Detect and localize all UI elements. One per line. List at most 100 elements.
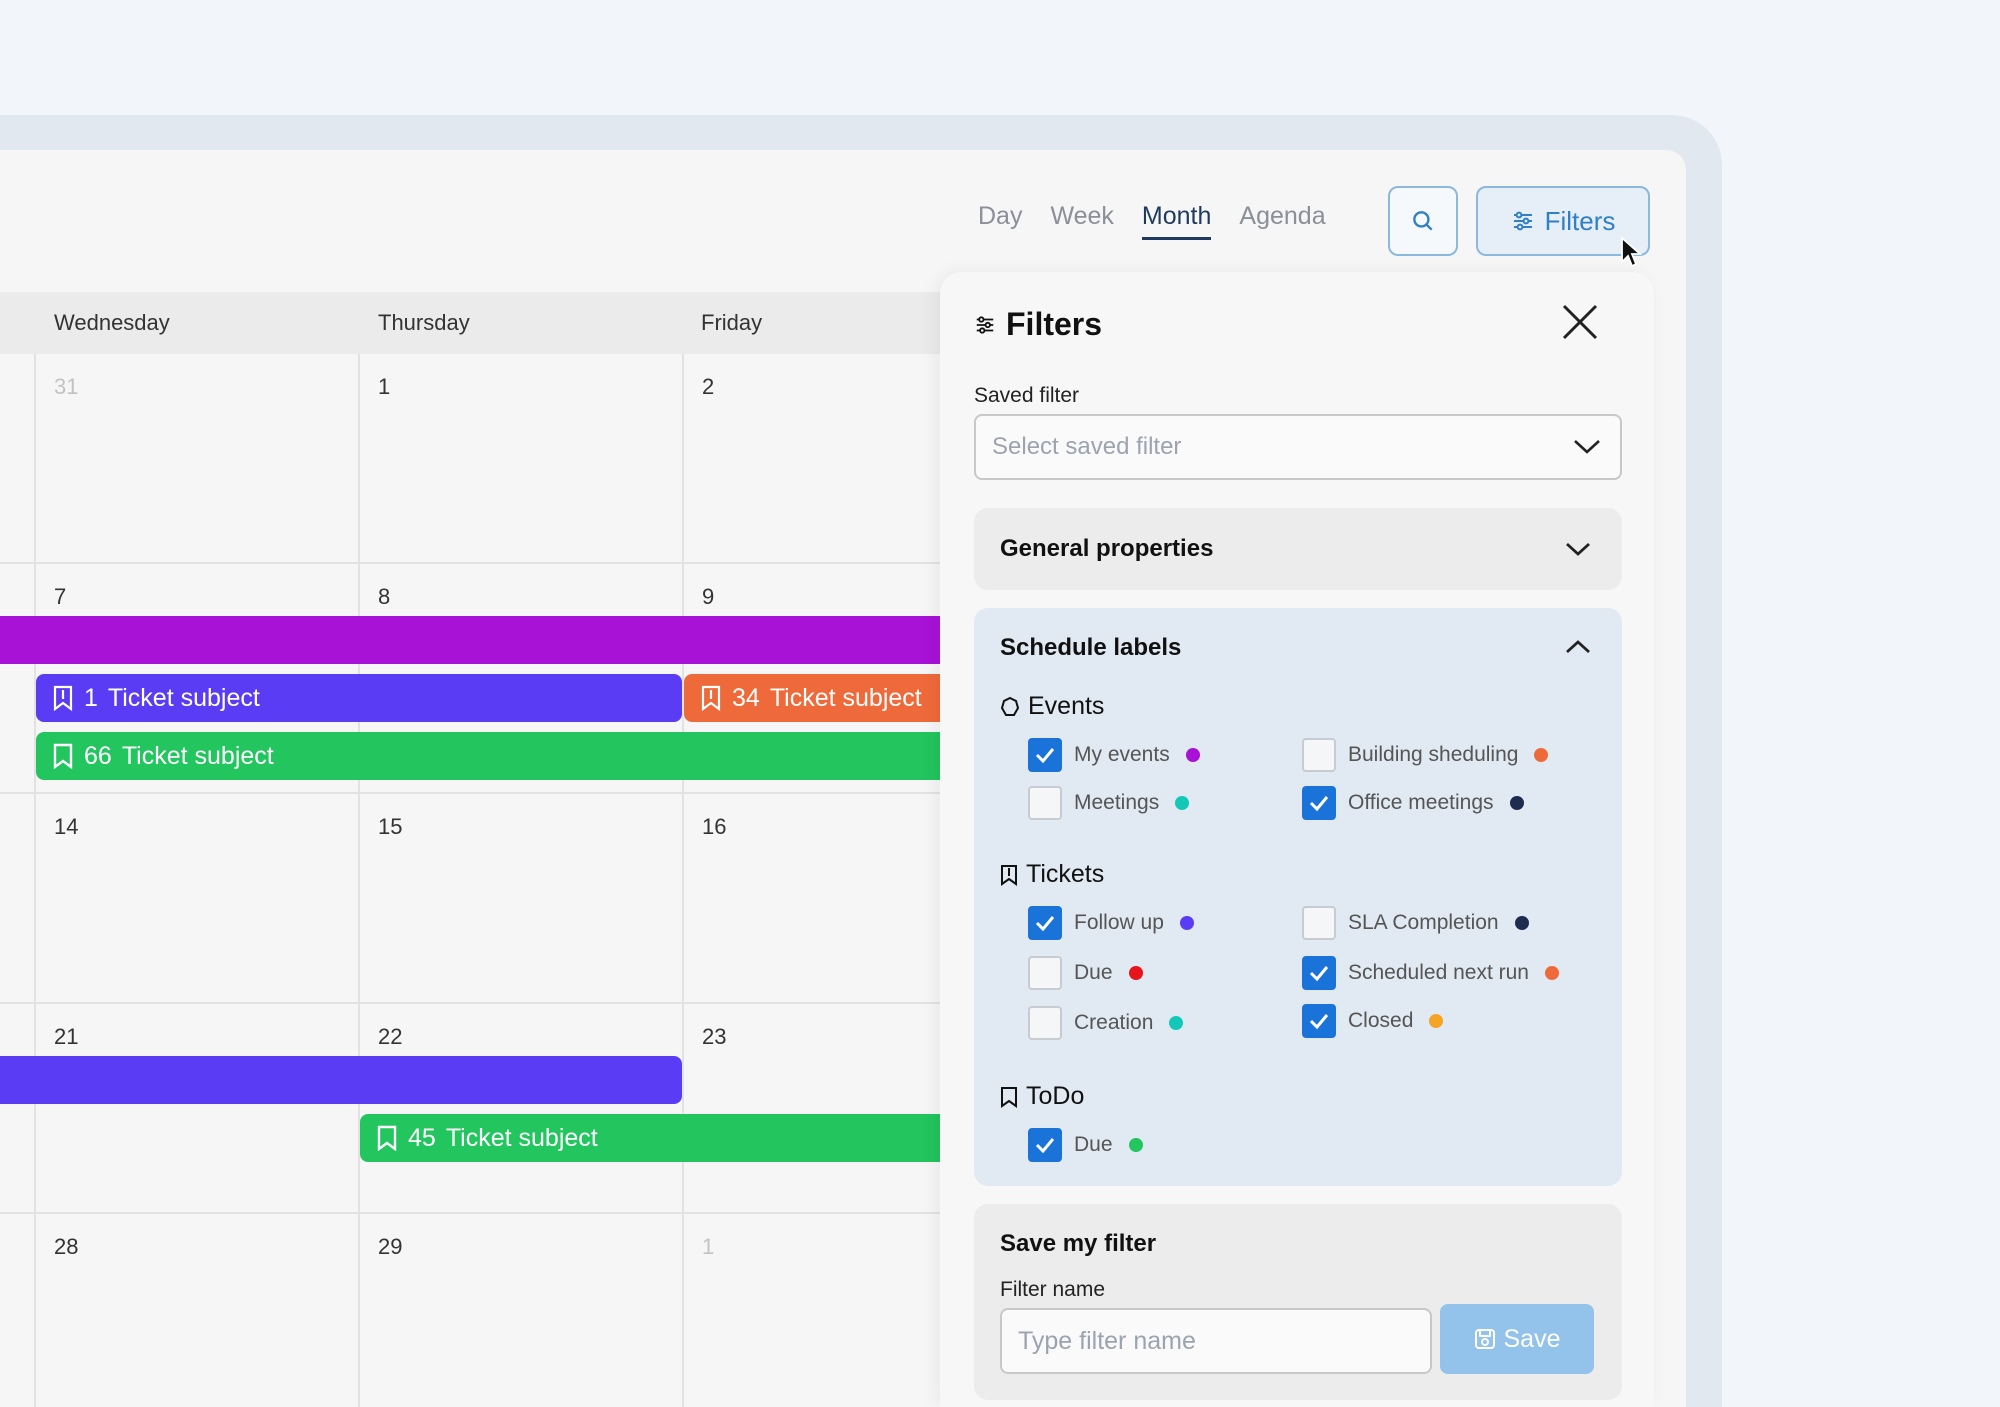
- color-dot: [1514, 916, 1529, 930]
- save-button[interactable]: Save: [1440, 1304, 1594, 1374]
- grid-line: [0, 792, 940, 794]
- view-switcher: Day Week Month Agenda: [978, 202, 1326, 240]
- filter-creation[interactable]: Creation: [1028, 1006, 1184, 1040]
- filter-building-sheduling[interactable]: Building sheduling: [1302, 738, 1549, 772]
- bookmark-icon: [1001, 1086, 1017, 1108]
- checkbox[interactable]: [1028, 1006, 1062, 1040]
- checkbox-label: Due: [1074, 961, 1113, 984]
- saved-filter-select[interactable]: Select saved filter: [974, 414, 1622, 480]
- checkbox[interactable]: [1028, 1128, 1062, 1162]
- date-cell[interactable]: 1: [378, 374, 390, 400]
- chevron-up-icon[interactable]: [1564, 638, 1592, 656]
- event-ticket-34[interactable]: 34 Ticket subject: [684, 674, 940, 722]
- color-dot: [1185, 748, 1200, 762]
- tab-agenda[interactable]: Agenda: [1239, 202, 1325, 240]
- panel-title-text: Filters: [1006, 306, 1103, 342]
- date-cell[interactable]: 8: [378, 584, 390, 610]
- filter-follow-up[interactable]: Follow up: [1028, 906, 1194, 940]
- checkbox[interactable]: [1302, 738, 1336, 772]
- saved-filter-placeholder: Select saved filter: [992, 433, 1182, 460]
- checkbox-label: SLA Completion: [1348, 911, 1499, 934]
- date-cell[interactable]: 7: [54, 584, 66, 610]
- checkbox[interactable]: [1028, 906, 1062, 940]
- date-cell[interactable]: 23: [702, 1024, 726, 1050]
- group-todo: ToDo: [1000, 1082, 1084, 1111]
- close-icon[interactable]: [1560, 302, 1600, 342]
- ticket-icon: [53, 685, 73, 711]
- event-number: 45: [408, 1123, 436, 1152]
- ticket-icon: [1001, 864, 1017, 886]
- tab-month[interactable]: Month: [1141, 202, 1212, 240]
- check-icon: [1035, 916, 1055, 932]
- event-todo-66[interactable]: 66 Ticket subject: [36, 732, 940, 780]
- grid-line: [682, 354, 684, 1407]
- date-cell[interactable]: 28: [54, 1234, 78, 1260]
- event-title: Ticket subject: [121, 741, 274, 770]
- filter-meetings[interactable]: Meetings: [1028, 786, 1190, 820]
- event-bar-untitled[interactable]: [0, 1056, 682, 1104]
- general-properties-section[interactable]: General properties: [974, 508, 1622, 590]
- bookmark-icon: [377, 1125, 397, 1151]
- event-todo-45[interactable]: 45 Ticket subject: [360, 1114, 940, 1162]
- filter-scheduled-next-run[interactable]: Scheduled next run: [1302, 956, 1559, 990]
- date-cell[interactable]: 22: [378, 1024, 402, 1050]
- sliders-icon: [976, 315, 994, 334]
- save-icon: [1474, 1329, 1495, 1349]
- grid-line: [0, 562, 940, 564]
- event-number: 34: [732, 683, 760, 712]
- checkbox[interactable]: [1302, 956, 1336, 990]
- grid-line: [0, 1212, 940, 1214]
- tab-day[interactable]: Day: [978, 202, 1022, 240]
- search-button[interactable]: [1388, 186, 1458, 256]
- date-cell[interactable]: 16: [702, 814, 726, 840]
- color-dot: [1179, 916, 1194, 930]
- filters-button-label: Filters: [1544, 205, 1616, 236]
- checkbox[interactable]: [1028, 956, 1062, 990]
- color-dot: [1169, 1016, 1184, 1030]
- filter-due[interactable]: Due: [1028, 956, 1143, 990]
- checkbox[interactable]: [1028, 786, 1062, 820]
- group-tickets-label: Tickets: [1026, 860, 1105, 888]
- date-cell[interactable]: 9: [702, 584, 714, 610]
- group-todo-label: ToDo: [1026, 1082, 1085, 1110]
- chevron-down-icon[interactable]: [1564, 540, 1592, 558]
- grid-line: [0, 1002, 940, 1004]
- filter-my-events[interactable]: My events: [1028, 738, 1200, 772]
- date-cell[interactable]: 31: [54, 374, 78, 400]
- checkbox[interactable]: [1302, 906, 1336, 940]
- search-icon: [1413, 211, 1433, 231]
- schedule-labels-title: Schedule labels: [1000, 634, 1182, 661]
- group-events-label: Events: [1028, 692, 1105, 720]
- checkbox-label: Scheduled next run: [1348, 961, 1529, 984]
- checkbox[interactable]: [1302, 1004, 1336, 1038]
- filter-closed[interactable]: Closed: [1302, 1004, 1444, 1038]
- filter-name-input[interactable]: Type filter name: [1000, 1308, 1432, 1374]
- event-bar-untitled[interactable]: [0, 616, 940, 664]
- tab-week[interactable]: Week: [1050, 202, 1113, 240]
- checkbox-label: Closed: [1348, 1009, 1414, 1032]
- checkbox[interactable]: [1028, 738, 1062, 772]
- save-filter-title: Save my filter: [1000, 1230, 1157, 1257]
- event-ticket-1[interactable]: 1 Ticket subject: [36, 674, 682, 722]
- color-dot: [1534, 748, 1549, 762]
- checkbox-label: Meetings: [1074, 791, 1160, 814]
- date-cell[interactable]: 21: [54, 1024, 78, 1050]
- color-dot: [1175, 796, 1190, 810]
- saved-filter-label: Saved filter: [974, 384, 1080, 407]
- color-dot: [1509, 796, 1524, 810]
- checkbox[interactable]: [1302, 786, 1336, 820]
- filter-office-meetings[interactable]: Office meetings: [1302, 786, 1524, 820]
- checkbox-label: Building sheduling: [1348, 743, 1519, 766]
- date-cell[interactable]: 2: [702, 374, 714, 400]
- date-cell[interactable]: 14: [54, 814, 78, 840]
- panel-title: Filters: [974, 306, 1102, 343]
- date-cell[interactable]: 15: [378, 814, 402, 840]
- filter-todo-due[interactable]: Due: [1028, 1128, 1143, 1162]
- filter-name-placeholder: Type filter name: [1018, 1326, 1196, 1355]
- save-button-label: Save: [1503, 1324, 1561, 1353]
- filter-sla-completion[interactable]: SLA Completion: [1302, 906, 1529, 940]
- date-cell[interactable]: 29: [378, 1234, 402, 1260]
- date-cell[interactable]: 1: [702, 1234, 714, 1260]
- checkbox-label: My events: [1074, 743, 1170, 766]
- color-dot: [1128, 1138, 1143, 1152]
